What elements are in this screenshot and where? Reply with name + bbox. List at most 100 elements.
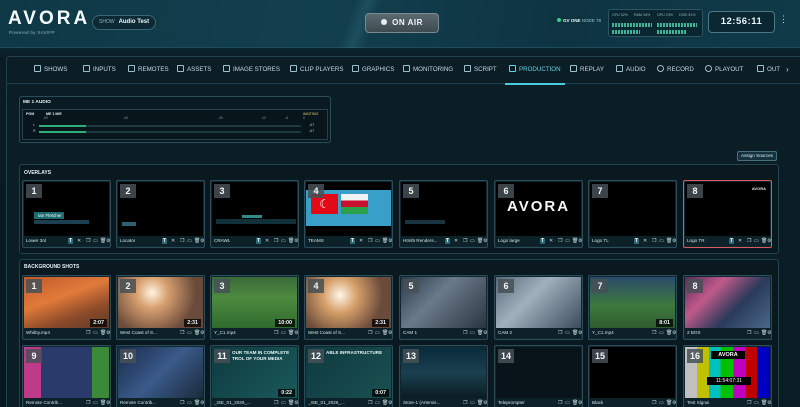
- tab-production[interactable]: PRODUCTION: [505, 56, 565, 85]
- copy-icon[interactable]: ❐: [368, 330, 372, 336]
- settings-gear-icon[interactable]: ⚙: [578, 330, 582, 336]
- card-thumbnail[interactable]: 2 2:31: [118, 277, 203, 329]
- settings-gear-icon[interactable]: ⚙: [767, 400, 771, 406]
- background-card[interactable]: 15 Black ❐ ▭ 🗑 ⚙: [588, 345, 677, 407]
- brand-logo[interactable]: AVORA: [8, 8, 90, 30]
- clipboard-icon[interactable]: ▭: [281, 330, 286, 336]
- card-thumbnail[interactable]: 5: [401, 182, 486, 237]
- clipboard-icon[interactable]: ▭: [754, 400, 759, 406]
- tab-inputs[interactable]: INPUTS: [83, 56, 116, 84]
- settings-gear-icon[interactable]: ⚙: [388, 238, 392, 244]
- card-thumbnail[interactable]: 3: [212, 182, 297, 237]
- card-thumbnail[interactable]: 10: [118, 347, 203, 399]
- settings-gear-icon[interactable]: ⚙: [767, 330, 771, 336]
- overlay-card[interactable]: Ian Fletcher 1 Lower 3rd T ✕ ❐ ▭ 🗑 ⚙: [22, 180, 111, 248]
- close-icon[interactable]: ✕: [549, 238, 553, 244]
- copy-icon[interactable]: ❐: [463, 238, 467, 244]
- settings-gear-icon[interactable]: ⚙: [672, 238, 676, 244]
- background-card[interactable]: 10 Remote Contrib... ❐ ▭ 🗑 ⚙: [116, 345, 205, 407]
- clipboard-icon[interactable]: ▭: [93, 330, 98, 336]
- settings-gear-icon[interactable]: ⚙: [200, 238, 204, 244]
- tab-clip-players[interactable]: CLIP PLAYERS: [290, 56, 343, 84]
- overlay-card[interactable]: 2 Locator T ✕ ❐ ▭ 🗑 ⚙: [116, 180, 205, 248]
- take-button[interactable]: T: [634, 238, 640, 244]
- settings-gear-icon[interactable]: ⚙: [200, 330, 204, 336]
- copy-icon[interactable]: ❐: [652, 330, 656, 336]
- clipboard-icon[interactable]: ▭: [565, 400, 570, 406]
- copy-icon[interactable]: ❐: [747, 238, 751, 244]
- background-card[interactable]: 82 BOX ❐ ▭ 🗑 ⚙: [683, 275, 772, 340]
- take-button[interactable]: T: [729, 238, 735, 244]
- background-card[interactable]: 1 2:07 Whitby.mp4 ❐ ▭ 🗑 ⚙: [22, 275, 111, 340]
- copy-icon[interactable]: ❐: [652, 400, 656, 406]
- settings-gear-icon[interactable]: ⚙: [483, 330, 487, 336]
- copy-icon[interactable]: ❐: [747, 330, 751, 336]
- show-selector[interactable]: SHOW Audio Test: [92, 15, 157, 30]
- card-thumbnail[interactable]: 5: [401, 277, 486, 329]
- tab-record[interactable]: RECORD: [657, 56, 694, 84]
- settings-gear-icon[interactable]: ⚙: [388, 330, 392, 336]
- close-icon[interactable]: ✕: [454, 238, 458, 244]
- card-thumbnail[interactable]: 15: [590, 347, 675, 399]
- overlay-card[interactable]: AVORA 6 Logo large T ✕ ❐ ▭ 🗑 ⚙: [494, 180, 583, 248]
- copy-icon[interactable]: ❐: [180, 400, 184, 406]
- copy-icon[interactable]: ❐: [747, 400, 751, 406]
- card-thumbnail[interactable]: 4 2:31: [306, 277, 391, 329]
- settings-gear-icon[interactable]: ⚙: [767, 238, 771, 244]
- copy-icon[interactable]: ❐: [368, 400, 372, 406]
- clipboard-icon[interactable]: ▭: [659, 238, 664, 244]
- clipboard-icon[interactable]: ▭: [470, 330, 475, 336]
- background-card[interactable]: OUR TEAM IN COMPLETE TROL OF YOUR MEDIA 1…: [210, 345, 299, 407]
- tab-audio[interactable]: AUDIO: [616, 56, 646, 84]
- copy-icon[interactable]: ❐: [558, 330, 562, 336]
- copy-icon[interactable]: ❐: [86, 330, 90, 336]
- card-thumbnail[interactable]: ☾ 4: [306, 182, 391, 237]
- copy-icon[interactable]: ❐: [652, 238, 656, 244]
- clipboard-icon[interactable]: ▭: [281, 238, 286, 244]
- card-thumbnail[interactable]: AVORA 8: [685, 182, 770, 237]
- clipboard-icon[interactable]: ▭: [754, 238, 759, 244]
- card-thumbnail[interactable]: 1 2:07: [24, 277, 109, 329]
- close-icon[interactable]: ✕: [265, 238, 269, 244]
- tab-remotes[interactable]: REMOTES: [128, 56, 169, 84]
- clipboard-icon[interactable]: ▭: [565, 330, 570, 336]
- overlay-card[interactable]: ☾ 4 TEAMS T ✕ ❐ ▭ 🗑 ⚙: [304, 180, 393, 248]
- overlay-card[interactable]: 3 CRAWL T ✕ ❐ ▭ 🗑 ⚙: [210, 180, 299, 248]
- clipboard-icon[interactable]: ▭: [375, 330, 380, 336]
- copy-icon[interactable]: ❐: [558, 238, 562, 244]
- tab-graphics[interactable]: GRAPHICS: [352, 56, 394, 84]
- background-card[interactable]: 3 10:00 Y_C1.mp4 ❐ ▭ 🗑 ⚙: [210, 275, 299, 340]
- settings-gear-icon[interactable]: ⚙: [106, 238, 110, 244]
- settings-gear-icon[interactable]: ⚙: [578, 400, 582, 406]
- settings-gear-icon[interactable]: ⚙: [672, 400, 676, 406]
- background-card[interactable]: 9 Remote Contrib... ❐ ▭ 🗑 ⚙: [22, 345, 111, 407]
- take-button[interactable]: T: [68, 238, 74, 244]
- close-icon[interactable]: ✕: [359, 238, 363, 244]
- copy-icon[interactable]: ❐: [86, 238, 90, 244]
- card-thumbnail[interactable]: 9: [24, 347, 109, 399]
- card-thumbnail[interactable]: 14: [496, 347, 581, 399]
- close-icon[interactable]: ✕: [77, 238, 81, 244]
- clipboard-icon[interactable]: ▭: [375, 400, 380, 406]
- card-thumbnail[interactable]: 8: [685, 277, 770, 329]
- clipboard-icon[interactable]: ▭: [565, 238, 570, 244]
- card-thumbnail[interactable]: Ian Fletcher 1: [24, 182, 109, 237]
- copy-icon[interactable]: ❐: [180, 238, 184, 244]
- settings-gear-icon[interactable]: ⚙: [106, 400, 110, 406]
- clipboard-icon[interactable]: ▭: [281, 400, 286, 406]
- background-card[interactable]: 14 Teleprompter ❐ ▭ 🗑 ⚙: [494, 345, 583, 407]
- settings-gear-icon[interactable]: ⚙: [200, 400, 204, 406]
- background-card[interactable]: 6 CAM 2 ❐ ▭ 🗑 ⚙: [494, 275, 583, 340]
- clipboard-icon[interactable]: ▭: [659, 400, 664, 406]
- take-button[interactable]: T: [256, 238, 262, 244]
- background-card[interactable]: 2 2:31 West Coast of S... ❐ ▭ 🗑 ⚙: [116, 275, 205, 340]
- card-thumbnail[interactable]: 7: [590, 182, 675, 237]
- background-card[interactable]: AVORA 11:54:07:31 16 Test Signal ❐ ▭ 🗑 ⚙: [683, 345, 772, 407]
- tab-script[interactable]: SCRIPT: [464, 56, 497, 84]
- card-thumbnail[interactable]: 13: [401, 347, 486, 399]
- tabs-scroll-right-icon[interactable]: ›: [786, 56, 789, 84]
- card-thumbnail[interactable]: AVORA 11:54:07:31 16: [685, 347, 770, 399]
- clipboard-icon[interactable]: ▭: [470, 400, 475, 406]
- card-thumbnail[interactable]: 2: [118, 182, 203, 237]
- tab-playout[interactable]: PLAYOUT: [705, 56, 743, 84]
